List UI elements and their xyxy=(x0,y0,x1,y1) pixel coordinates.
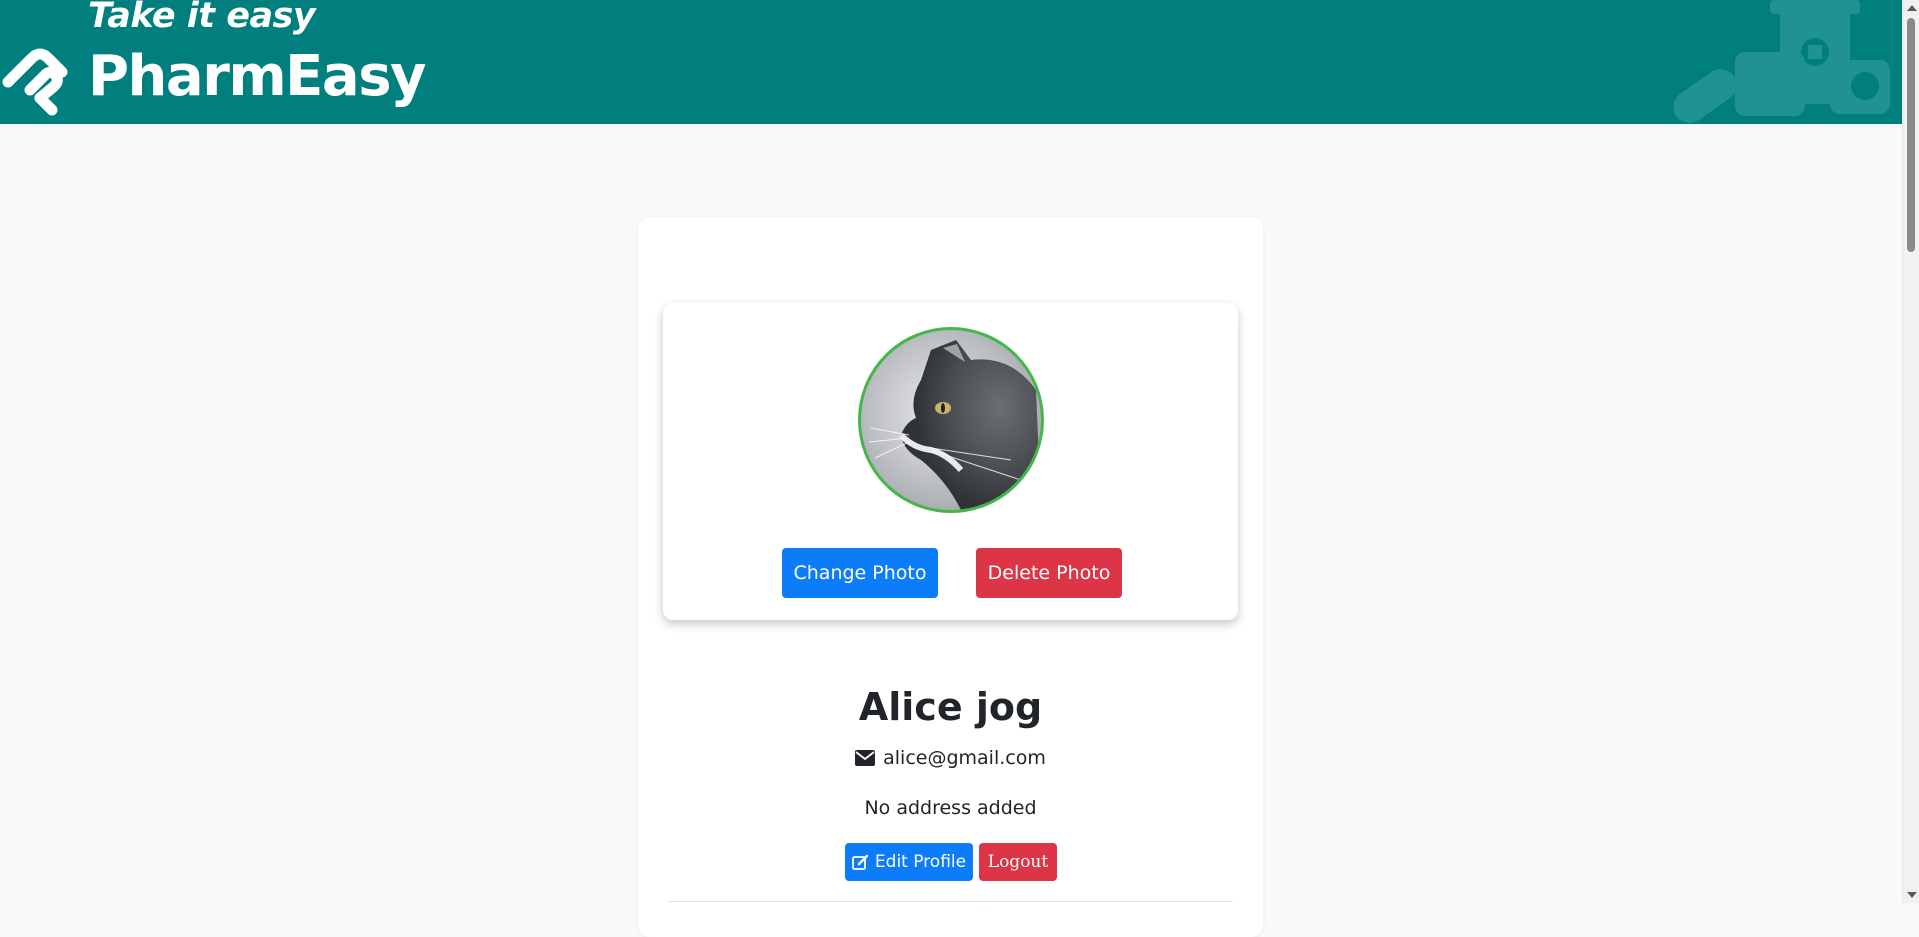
envelope-icon xyxy=(855,750,876,766)
logout-button[interactable]: Logout xyxy=(979,843,1057,881)
cat-photo-icon xyxy=(868,340,1041,510)
delete-photo-button[interactable]: Delete Photo xyxy=(976,548,1122,598)
profile-card: Change Photo Delete Photo Alice jog alic… xyxy=(638,217,1263,937)
change-photo-button[interactable]: Change Photo xyxy=(782,548,938,598)
vertical-scrollbar[interactable] xyxy=(1902,0,1919,903)
user-address: No address added xyxy=(864,797,1037,819)
user-email-row: alice@gmail.com xyxy=(638,747,1263,769)
pharmeasy-logo-icon[interactable] xyxy=(0,42,80,122)
pharmacy-decoration-icon xyxy=(1673,0,1890,123)
site-header: Take it easy PharmEasy xyxy=(0,0,1902,124)
user-name: Alice jog xyxy=(858,685,1043,729)
scroll-up-arrow-icon[interactable] xyxy=(1907,5,1917,11)
brand-tagline: Take it easy xyxy=(88,0,316,36)
user-email-text: alice@gmail.com xyxy=(883,747,1046,769)
edit-icon xyxy=(852,854,869,870)
scrollbar-thumb[interactable] xyxy=(1907,18,1915,252)
divider xyxy=(668,901,1233,902)
edit-profile-label: Edit Profile xyxy=(874,852,967,872)
scroll-down-arrow-icon[interactable] xyxy=(1907,892,1917,898)
photo-card: Change Photo Delete Photo xyxy=(663,303,1238,620)
edit-profile-button[interactable]: Edit Profile xyxy=(845,843,973,881)
brand-name[interactable]: PharmEasy xyxy=(88,44,427,109)
profile-photo xyxy=(858,327,1044,513)
